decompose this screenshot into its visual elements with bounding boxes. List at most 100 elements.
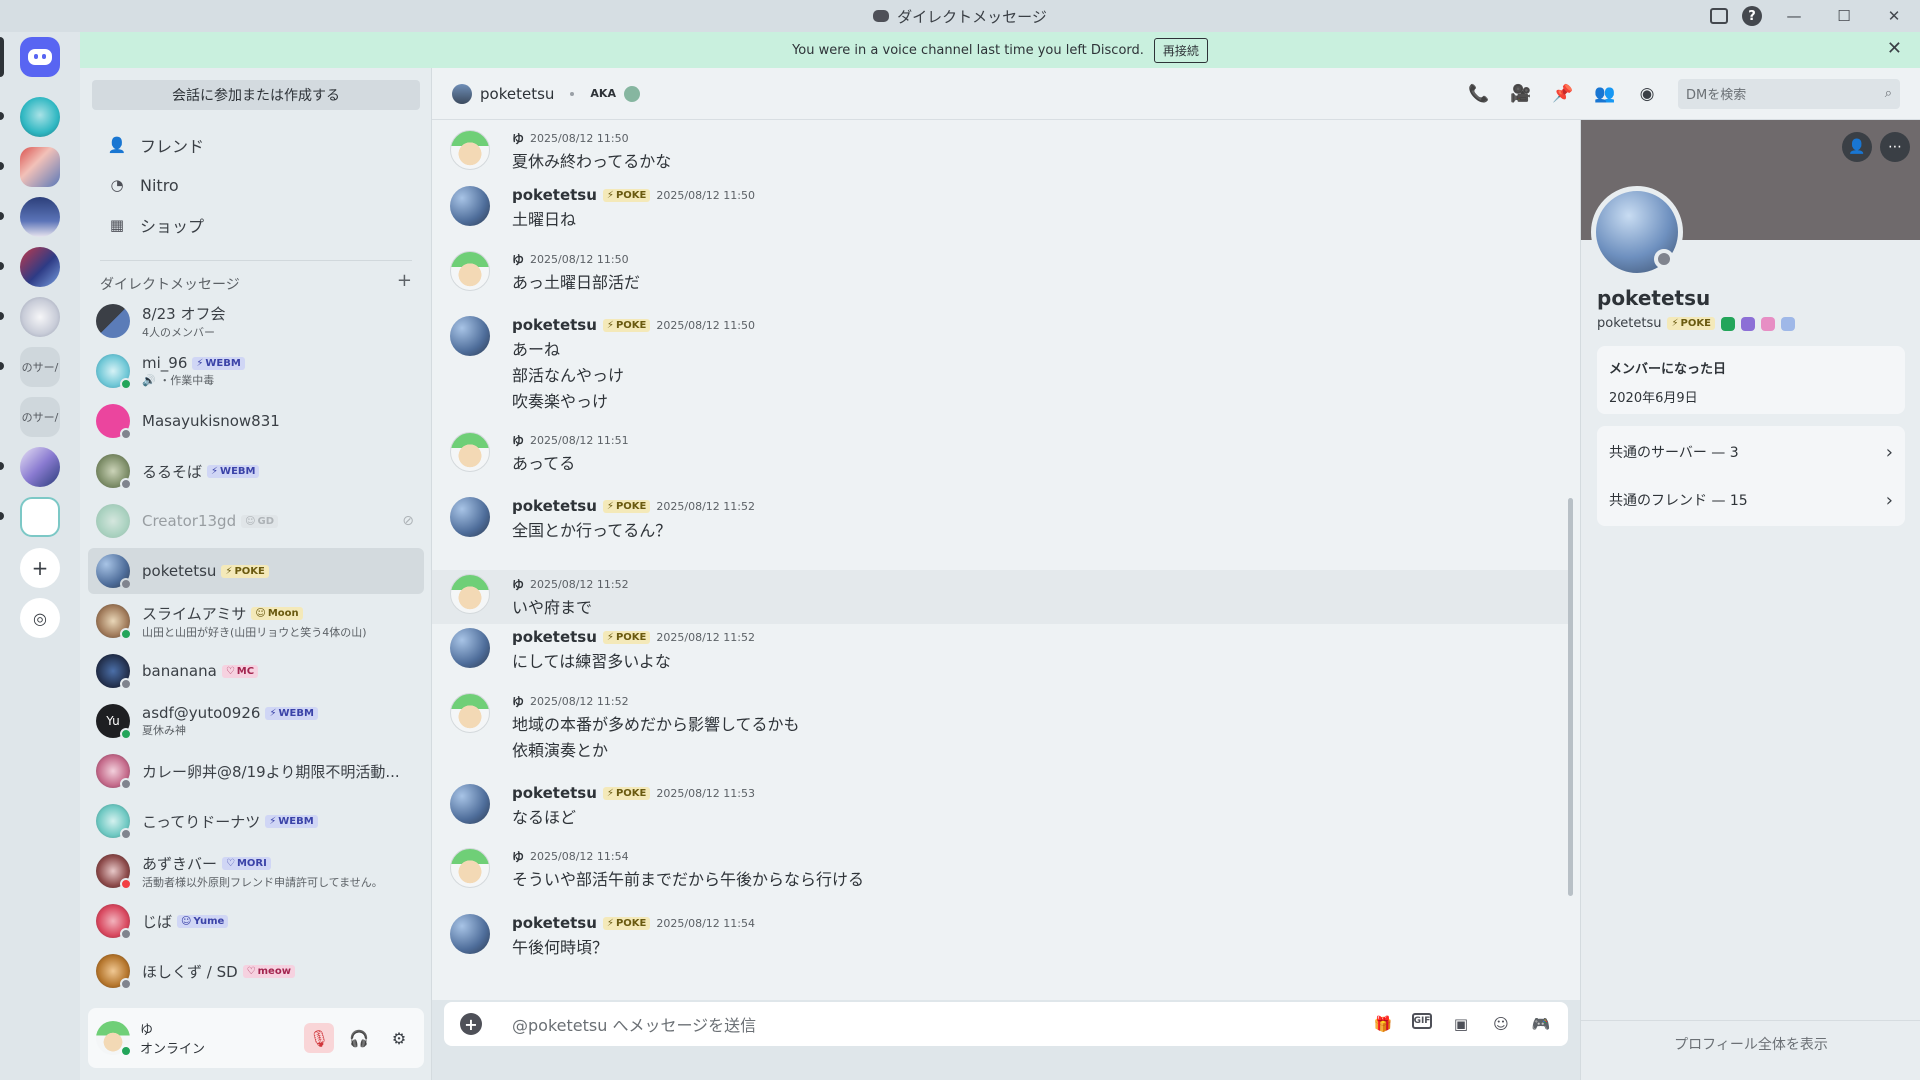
author-name[interactable]: ゆ (512, 576, 524, 593)
message[interactable]: poketetsu ⚡ POKE 2025/08/12 11:50 土曜日ね (432, 186, 1568, 244)
message[interactable]: ゆ 2025/08/12 11:50 夏休み終わってるかな (432, 120, 1568, 178)
home-button[interactable] (20, 37, 60, 77)
server-icon[interactable] (20, 197, 60, 237)
author-avatar[interactable] (450, 316, 490, 356)
badge-icon[interactable] (1740, 316, 1755, 331)
gif-icon[interactable]: GIF (1412, 1013, 1432, 1029)
more-options-icon[interactable]: ⋯ (1880, 132, 1910, 162)
message[interactable]: ゆ 2025/08/12 11:52 いや府まで (432, 570, 1568, 624)
author-avatar[interactable] (450, 432, 490, 472)
message[interactable]: ゆ 2025/08/12 11:51 あってる (432, 432, 1568, 490)
server-icon[interactable] (20, 97, 60, 137)
author-name[interactable]: ゆ (512, 693, 524, 710)
message-composer[interactable]: + @poketetsu へメッセージを送信 🎁 GIF ▣ ☺ 🎮 (444, 1002, 1568, 1046)
author-avatar[interactable] (450, 784, 490, 824)
nav-shop[interactable]: ▦ ショップ (92, 206, 420, 244)
pinned-messages-icon[interactable]: 📌 (1552, 83, 1574, 105)
message[interactable]: ゆ 2025/08/12 11:52 地域の本番が多めだから影響してるかも 依頼演… (432, 693, 1568, 775)
author-avatar[interactable] (450, 693, 490, 733)
scrollbar-thumb[interactable] (1568, 498, 1573, 896)
minimize-button[interactable]: — (1776, 0, 1812, 32)
message[interactable]: ゆ 2025/08/12 11:50 あっ土曜日部活だ (432, 251, 1568, 309)
settings-gear-icon[interactable]: ⚙ (384, 1023, 414, 1053)
dm-item-mi96[interactable]: mi_96 ⚡ WEBM 🔊 ・作業中毒 (88, 348, 424, 394)
inbox-icon[interactable] (1710, 8, 1728, 24)
author-name[interactable]: ゆ (512, 130, 524, 147)
author-name[interactable]: ゆ (512, 848, 524, 865)
nav-nitro[interactable]: ◔ Nitro (92, 166, 420, 204)
mute-mic-button[interactable]: 🎙 (304, 1023, 334, 1053)
author-avatar[interactable] (450, 848, 490, 888)
dm-item-offkai[interactable]: 8/23 オフ会 4人のメンバー (88, 298, 424, 344)
maximize-button[interactable]: ☐ (1826, 0, 1862, 32)
author-name[interactable]: poketetsu (512, 628, 597, 646)
dm-item-creator13gd[interactable]: Creator13gd ☺ GD ⊘ (88, 498, 424, 544)
gift-icon[interactable]: 🎁 (1372, 1013, 1394, 1035)
message[interactable]: poketetsu ⚡ POKE 2025/08/12 11:52 全国とか行ってるん… (432, 497, 1568, 555)
self-avatar[interactable] (96, 1021, 132, 1057)
dm-item-jiba[interactable]: じば ☺ Yume (88, 898, 424, 944)
server-icon[interactable] (20, 297, 60, 337)
dm-item-donut[interactable]: こってりドーナツ ⚡ WEBM (88, 798, 424, 844)
help-icon[interactable]: ? (1742, 6, 1762, 26)
author-avatar[interactable] (450, 251, 490, 291)
hidden-eye-icon[interactable]: ⊘ (402, 513, 414, 529)
dm-item-asdf[interactable]: Yu asdf@yuto0926 ⚡ WEBM 夏休み神 (88, 698, 424, 744)
close-window-button[interactable]: ✕ (1876, 0, 1912, 32)
close-banner-icon[interactable]: ✕ (1887, 38, 1902, 59)
server-icon[interactable] (20, 497, 60, 537)
author-name[interactable]: ゆ (512, 251, 524, 268)
author-avatar[interactable] (450, 130, 490, 170)
discover-button[interactable]: ◎ (20, 598, 60, 638)
dm-search-input[interactable]: DMを検索 ⌕ (1678, 78, 1900, 109)
server-folder[interactable]: のサー/ (20, 347, 60, 387)
author-avatar[interactable] (450, 186, 490, 226)
dm-item-poketetsu[interactable]: poketetsu ⚡ POKE (88, 548, 424, 594)
author-avatar[interactable] (450, 914, 490, 954)
badge-icon[interactable] (1720, 316, 1735, 331)
find-conversation-button[interactable]: 会話に参加または作成する (92, 80, 420, 110)
author-name[interactable]: ゆ (512, 432, 524, 449)
author-avatar[interactable] (450, 574, 490, 614)
badge-icon[interactable] (1780, 316, 1795, 331)
server-icon[interactable] (20, 247, 60, 287)
user-profile-toggle-icon[interactable]: ◉ (1636, 83, 1658, 105)
author-avatar[interactable] (450, 497, 490, 537)
dm-item-rurusoba[interactable]: るるそば ⚡ WEBM (88, 448, 424, 494)
dm-item-hoshikuzu[interactable]: ほしくず / SD ♡ meow (88, 948, 424, 994)
profile-avatar[interactable] (1591, 186, 1683, 278)
dm-item-masayuki[interactable]: Masayukisnow831 (88, 398, 424, 444)
header-username[interactable]: poketetsu (480, 85, 554, 103)
dm-item-slime[interactable]: スライムアミサ ☺ Moon 山田と山田が好き(山田リョウと笑う4体の山) (88, 598, 424, 644)
add-server-button[interactable]: + (20, 548, 60, 588)
sticker-icon[interactable]: ▣ (1450, 1013, 1472, 1035)
author-name[interactable]: poketetsu (512, 186, 597, 204)
emoji-icon[interactable]: ☺ (1490, 1013, 1512, 1035)
mutual-servers-row[interactable]: 共通のサーバー — 3 › (1609, 428, 1893, 476)
server-icon[interactable] (20, 147, 60, 187)
author-name[interactable]: poketetsu (512, 497, 597, 515)
voice-call-icon[interactable]: 📞 (1468, 83, 1490, 105)
view-full-profile-link[interactable]: プロフィール全体を表示 (1581, 1034, 1920, 1054)
author-name[interactable]: poketetsu (512, 784, 597, 802)
headphones-button[interactable]: 🎧 (344, 1023, 374, 1053)
attach-plus-icon[interactable]: + (460, 1013, 482, 1035)
reconnect-button[interactable]: 再接続 (1153, 37, 1208, 63)
server-folder[interactable]: のサー/ (20, 397, 60, 437)
aka-avatar[interactable] (623, 85, 640, 102)
message-input[interactable]: @poketetsu へメッセージを送信 (512, 1012, 756, 1036)
author-name[interactable]: poketetsu (512, 914, 597, 932)
dm-item-bananana[interactable]: bananana ♡ MC (88, 648, 424, 694)
author-name[interactable]: poketetsu (512, 316, 597, 334)
activities-icon[interactable]: 🎮 (1530, 1013, 1552, 1035)
create-dm-icon[interactable]: + (397, 272, 412, 294)
message[interactable]: poketetsu ⚡ POKE 2025/08/12 11:52 にしては練習多いよ… (432, 628, 1568, 686)
server-icon[interactable] (20, 447, 60, 487)
nav-friends[interactable]: 👤 フレンド (92, 126, 420, 164)
author-avatar[interactable] (450, 628, 490, 668)
video-call-icon[interactable]: 🎥 (1510, 83, 1532, 105)
dm-item-curry[interactable]: カレー卵丼@8/19より期限不明活動... (88, 748, 424, 794)
add-friend-icon[interactable]: 👤 (1842, 132, 1872, 162)
message[interactable]: ゆ 2025/08/12 11:54 そういや部活午前までだから午後からなら行ける (432, 848, 1568, 906)
dm-item-azuki[interactable]: あずきバー ♡ MORI 活動者様以外原則フレンド申請許可してません。 (88, 848, 424, 894)
